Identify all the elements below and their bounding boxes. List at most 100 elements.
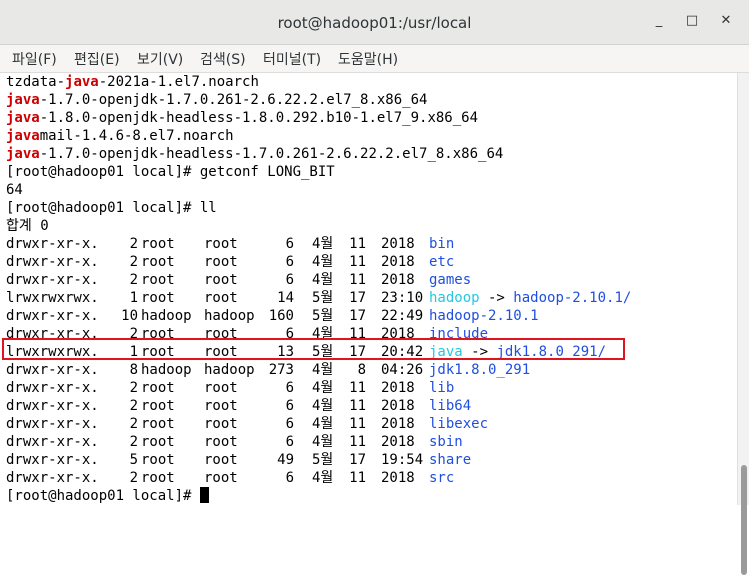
scrollbar[interactable] — [737, 73, 749, 575]
ls-owner: root — [141, 254, 175, 270]
ls-owner: root — [141, 380, 175, 396]
ls-perm: drwxr-xr-x. — [6, 452, 99, 468]
grep-match: java — [6, 110, 40, 126]
ls-links: 1 — [129, 290, 138, 306]
ls-month: 4월 — [312, 470, 334, 486]
ls-name: sbin — [429, 434, 463, 450]
ls-month: 4월 — [312, 416, 334, 432]
symlink-target: hadoop-2.10.1/ — [513, 290, 632, 306]
ls-name: libexec — [429, 416, 489, 432]
ls-group: hadoop — [204, 308, 255, 324]
ls-month: 5월 — [312, 308, 334, 324]
ls-day: 17 — [349, 308, 366, 324]
ls-owner: root — [141, 470, 175, 486]
ls-links: 2 — [129, 380, 138, 396]
ls-name: share — [429, 452, 472, 468]
ls-owner: root — [141, 434, 175, 450]
ls-name: lib — [429, 380, 455, 396]
ls-time: 04:26 — [381, 362, 424, 378]
ls-links: 2 — [129, 236, 138, 252]
ls-size: 6 — [285, 416, 294, 432]
ls-group: root — [204, 254, 238, 270]
close-button[interactable]: ✕ — [717, 12, 735, 30]
ls-size: 6 — [285, 254, 294, 270]
highlight-box — [2, 338, 625, 360]
ls-name: games — [429, 272, 472, 288]
maximize-button[interactable]: □ — [683, 12, 701, 30]
ls-row: drwxr-xr-x. 2 root root 6 4월 11 2018 sbin — [6, 433, 726, 451]
ls-time: 2018 — [381, 380, 415, 396]
minimize-button[interactable]: _ — [650, 12, 668, 30]
command-output: 64 — [6, 182, 23, 198]
menu-file[interactable]: 파일(F) — [12, 49, 57, 69]
scrollbar-thumb[interactable] — [741, 465, 747, 575]
ls-month: 4월 — [312, 272, 334, 288]
rpm-line-suffix: -1.7.0-openjdk-headless-1.7.0.261-2.6.22… — [39, 146, 504, 162]
ls-links: 2 — [129, 398, 138, 414]
ls-name: src — [429, 470, 455, 486]
ls-month: 4월 — [312, 254, 334, 270]
ls-links: 10 — [121, 308, 138, 324]
ls-owner: root — [141, 236, 175, 252]
rpm-line-suffix: mail-1.4.6-8.el7.noarch — [39, 128, 234, 144]
menu-search[interactable]: 검색(S) — [200, 49, 246, 69]
ls-links: 2 — [129, 416, 138, 432]
ls-perm: lrwxrwxrwx. — [6, 290, 99, 306]
ls-perm: drwxr-xr-x. — [6, 416, 99, 432]
ls-perm: drwxr-xr-x. — [6, 236, 99, 252]
ls-links: 2 — [129, 470, 138, 486]
ls-group: root — [204, 380, 238, 396]
ls-row: drwxr-xr-x. 8 hadoop hadoop 273 4월 8 04:26 jdk1.… — [6, 361, 726, 379]
ls-time: 23:10 — [381, 290, 424, 306]
rpm-line-prefix: tzdata- — [6, 74, 66, 90]
menu-edit[interactable]: 편집(E) — [74, 49, 120, 69]
ls-day: 11 — [349, 398, 366, 414]
rpm-line-suffix: -2021a-1.el7.noarch — [98, 74, 259, 90]
grep-match: java — [6, 146, 40, 162]
ls-name: bin — [429, 236, 455, 252]
ls-size: 6 — [285, 272, 294, 288]
ls-day: 11 — [349, 434, 366, 450]
prompt-line[interactable]: [root@hadoop01 local]# — [6, 487, 209, 505]
ls-size: 6 — [285, 470, 294, 486]
grep-match: java — [65, 74, 99, 90]
ls-row: drwxr-xr-x. 2 root root 6 4월 11 2018 lib — [6, 379, 726, 397]
terminal-output[interactable]: tzdata-java-2021a-1.el7.noarch java-1.7.… — [0, 73, 737, 505]
menu-terminal[interactable]: 터미널(T) — [263, 49, 321, 69]
ls-name: etc — [429, 254, 455, 270]
ls-month: 4월 — [312, 398, 334, 414]
ls-links: 5 — [129, 452, 138, 468]
ls-row: drwxr-xr-x. 2 root root 6 4월 11 2018 src — [6, 469, 726, 487]
ls-month: 4월 — [312, 236, 334, 252]
ls-month: 4월 — [312, 380, 334, 396]
ls-size: 160 — [268, 308, 294, 324]
menu-help[interactable]: 도움말(H) — [338, 49, 398, 69]
ls-perm: drwxr-xr-x. — [6, 254, 99, 270]
ls-name: hadoop -> hadoop-2.10.1/ — [429, 290, 632, 306]
ls-perm: drwxr-xr-x. — [6, 362, 99, 378]
ls-time: 19:54 — [381, 452, 424, 468]
rpm-line: tzdata-java-2021a-1.el7.noarch — [6, 73, 259, 91]
ls-time: 2018 — [381, 416, 415, 432]
menu-view[interactable]: 보기(V) — [137, 49, 183, 69]
terminal-window: root@hadoop01:/usr/local _ □ ✕ 파일(F) 편집(… — [0, 0, 749, 575]
ls-month: 4월 — [312, 362, 334, 378]
ls-time: 2018 — [381, 470, 415, 486]
ls-row: drwxr-xr-x. 2 root root 6 4월 11 2018 lib64 — [6, 397, 726, 415]
ls-row: drwxr-xr-x. 2 root root 6 4월 11 2018 libexec — [6, 415, 726, 433]
ls-month: 5월 — [312, 452, 334, 468]
ls-owner: root — [141, 290, 175, 306]
rpm-line-suffix: -1.8.0-openjdk-headless-1.8.0.292.b10-1.… — [39, 110, 479, 126]
ls-row: drwxr-xr-x. 2 root root 6 4월 11 2018 games — [6, 271, 726, 289]
ls-day: 11 — [349, 470, 366, 486]
command-getconf: [root@hadoop01 local]# getconf LONG_BIT — [6, 164, 335, 180]
ls-perm: drwxr-xr-x. — [6, 434, 99, 450]
ls-size: 273 — [268, 362, 294, 378]
ls-time: 2018 — [381, 254, 415, 270]
rpm-line: java-1.7.0-openjdk-headless-1.7.0.261-2.… — [6, 145, 503, 163]
ls-group: root — [204, 236, 238, 252]
title-bar[interactable]: root@hadoop01:/usr/local _ □ ✕ — [0, 0, 749, 45]
ls-group: root — [204, 272, 238, 288]
ls-perm: drwxr-xr-x. — [6, 308, 99, 324]
ls-group: root — [204, 434, 238, 450]
